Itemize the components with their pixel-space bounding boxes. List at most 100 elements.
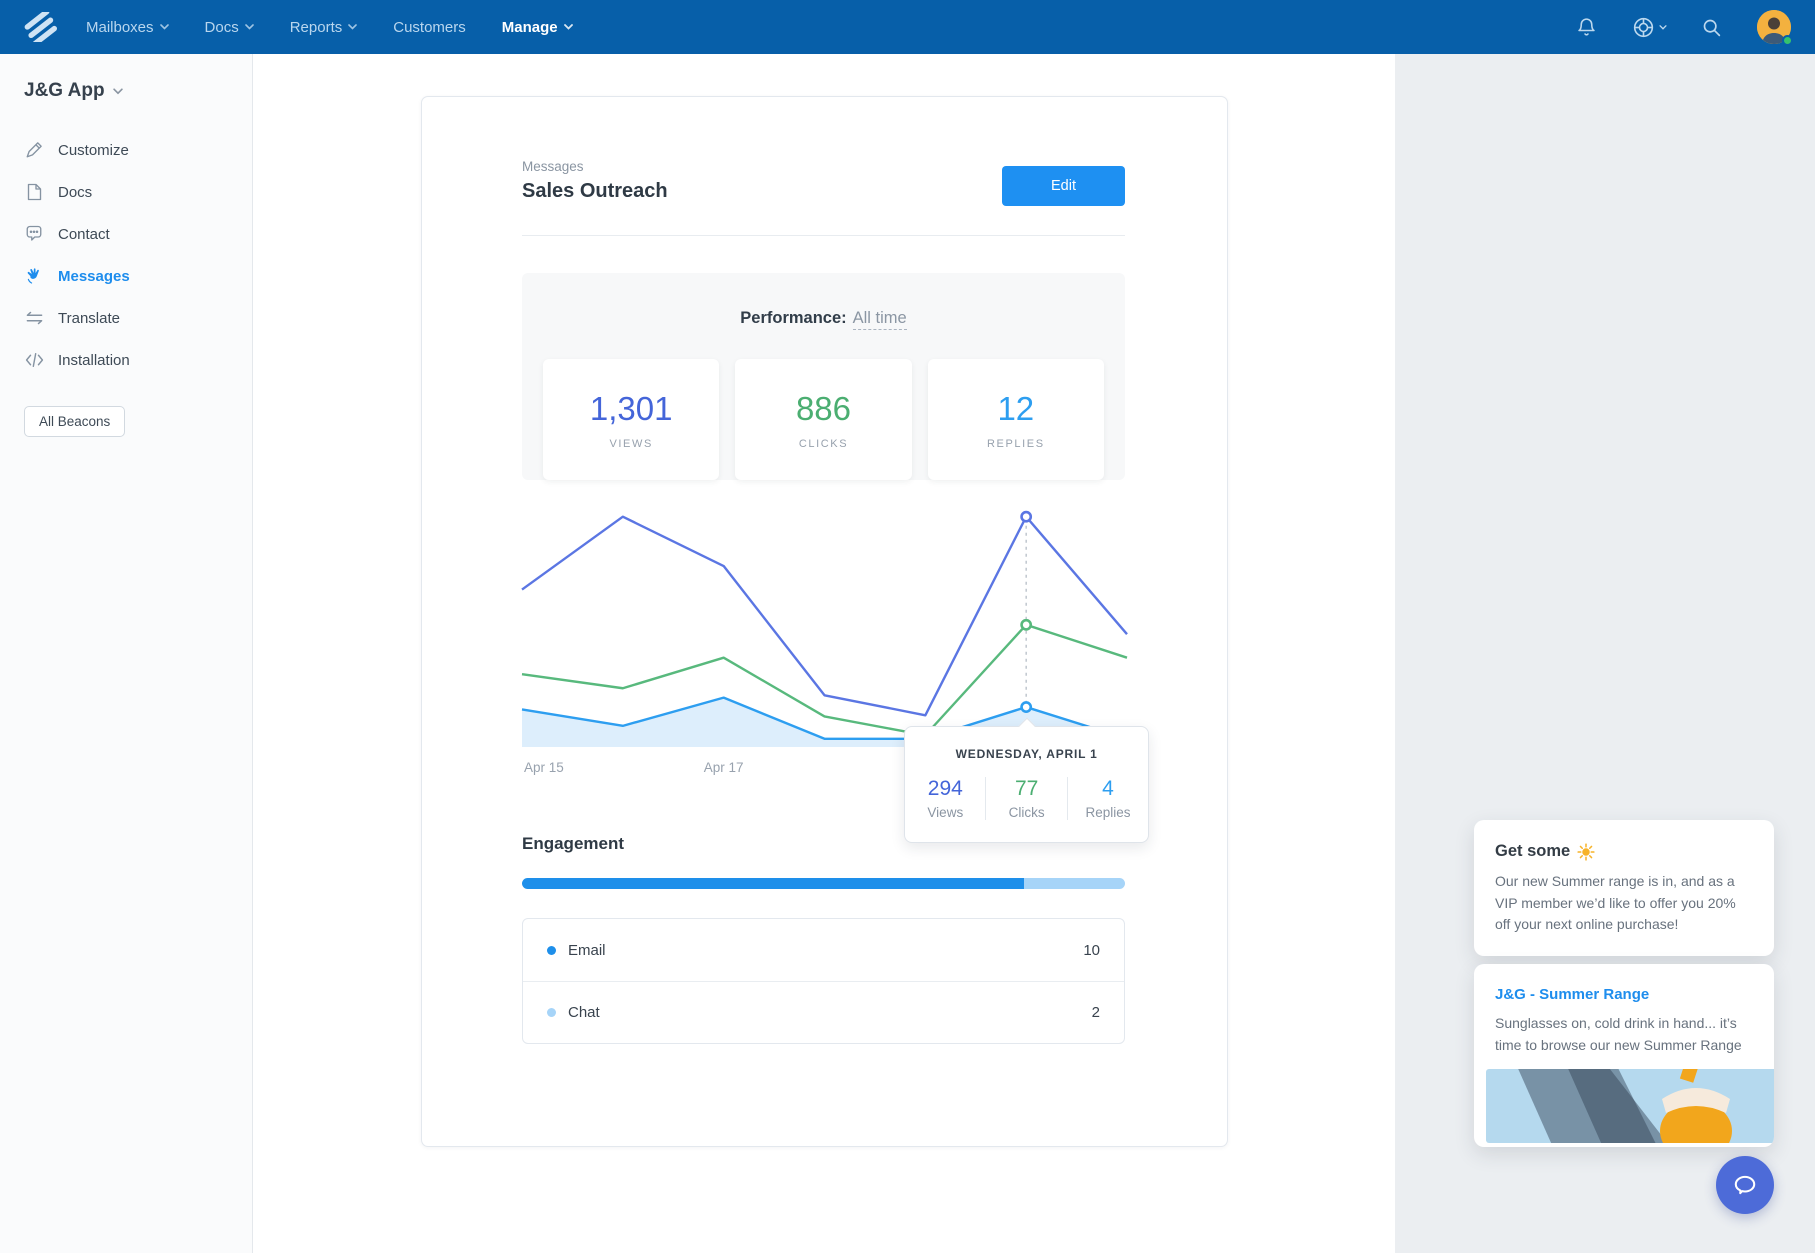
arrows-icon (24, 308, 44, 328)
chart-tooltip: WEDNESDAY, APRIL 1 294 Views 77 Clicks (904, 726, 1149, 843)
sidebar-item-messages[interactable]: Messages (24, 262, 252, 290)
primary-nav: Mailboxes Docs Reports Customers Manage (86, 19, 573, 36)
wave-hand-icon (24, 266, 44, 286)
message-detail-card: Messages Sales Outreach Edit Performance… (421, 96, 1228, 1147)
chat-dot (547, 1008, 556, 1017)
sidebar-item-label: Customize (58, 142, 129, 159)
stat-views-value: 1,301 (590, 390, 673, 428)
engagement-row-value: 10 (1083, 942, 1100, 959)
nav-utilities (1576, 10, 1791, 44)
nav-docs[interactable]: Docs (205, 19, 254, 36)
engagement-table: Email 10 Chat 2 (522, 918, 1125, 1044)
stat-replies: 12 REPLIES (928, 359, 1104, 480)
helpscout-logo[interactable] (24, 12, 58, 42)
beacon-app-switcher[interactable]: J&G App (24, 80, 252, 102)
stat-clicks-value: 886 (796, 390, 851, 428)
stat-replies-label: REPLIES (987, 438, 1045, 450)
sun-emoji-icon (1577, 843, 1595, 861)
sidebar-item-label: Installation (58, 352, 130, 369)
code-icon (24, 350, 44, 370)
help-menu[interactable] (1632, 16, 1667, 39)
user-avatar[interactable] (1757, 10, 1791, 44)
edit-button[interactable]: Edit (1002, 166, 1125, 206)
sidebar-item-docs[interactable]: Docs (24, 178, 252, 206)
chevron-down-icon (1659, 25, 1667, 30)
tooltip-clicks-label: Clicks (986, 805, 1066, 820)
sidebar-item-label: Docs (58, 184, 92, 201)
tooltip-views-value: 294 (905, 777, 985, 801)
tooltip-date: WEDNESDAY, APRIL 1 (905, 747, 1148, 761)
engagement-row-chat: Chat 2 (523, 981, 1124, 1043)
nav-reports-label: Reports (290, 19, 343, 36)
chevron-down-icon (113, 88, 123, 95)
tooltip-values: 294 Views 77 Clicks 4 Replies (905, 777, 1148, 820)
nav-mailboxes-label: Mailboxes (86, 19, 154, 36)
x-tick-label: Apr 15 (524, 760, 564, 775)
stat-clicks: 886 CLICKS (735, 359, 911, 480)
chat-bubble-icon (1732, 1172, 1758, 1198)
chevron-down-icon (348, 24, 357, 30)
beacon-app-name: J&G App (24, 80, 105, 102)
beacon-preview-panel: Get some Our new Summer range is in, and… (1395, 54, 1815, 1253)
x-tick-label: Apr 17 (704, 760, 744, 775)
engagement-row-label: Chat (568, 1004, 600, 1021)
beacon-message-card[interactable]: Get some Our new Summer range is in, and… (1474, 820, 1774, 956)
performance-stats: 1,301 VIEWS 886 CLICKS 12 REPLIES (543, 359, 1104, 480)
tooltip-replies-value: 4 (1068, 777, 1148, 801)
nav-customers[interactable]: Customers (393, 19, 466, 36)
engagement-row-label: Email (568, 942, 606, 959)
nav-manage[interactable]: Manage (502, 19, 573, 36)
nav-docs-label: Docs (205, 19, 239, 36)
chevron-down-icon (160, 24, 169, 30)
engagement-bar-fill (522, 878, 1024, 889)
beacon-launcher-button[interactable] (1716, 1156, 1774, 1214)
sidebar-item-label: Contact (58, 226, 110, 243)
stat-clicks-label: CLICKS (799, 438, 848, 450)
main-content: Messages Sales Outreach Edit Performance… (253, 54, 1395, 1253)
nav-mailboxes[interactable]: Mailboxes (86, 19, 169, 36)
sidebar-item-label: Translate (58, 310, 120, 327)
engagement-row-email: Email 10 (523, 919, 1124, 981)
beacon-card1-body: Our new Summer range is in, and as a VIP… (1495, 871, 1753, 936)
performance-title: Performance:All time (543, 309, 1104, 328)
beacon-article-card[interactable]: J&G - Summer Range Sunglasses on, cold d… (1474, 964, 1774, 1147)
beacon-card1-title: Get some (1495, 842, 1570, 861)
performance-panel: Performance:All time 1,301 VIEWS 886 CLI… (522, 273, 1125, 480)
sidebar-item-contact[interactable]: Contact (24, 220, 252, 248)
performance-range-selector[interactable]: All time (853, 309, 907, 330)
pencil-icon (24, 140, 44, 160)
performance-chart[interactable]: Apr 15 Apr 17 WEDNESDAY, APRIL 1 294 Vie… (522, 504, 1127, 784)
tooltip-views-label: Views (905, 805, 985, 820)
top-navigation: Mailboxes Docs Reports Customers Manage (0, 0, 1815, 54)
header-divider (522, 235, 1125, 236)
chevron-down-icon (564, 24, 573, 30)
tooltip-views: 294 Views (905, 777, 985, 820)
tooltip-replies: 4 Replies (1067, 777, 1148, 820)
help-lifering-icon (1632, 16, 1655, 39)
all-beacons-button[interactable]: All Beacons (24, 406, 125, 437)
beacon-card2-body: Sunglasses on, cold drink in hand... it’… (1495, 1013, 1753, 1056)
stat-views-label: VIEWS (609, 438, 652, 450)
email-dot (547, 946, 556, 955)
engagement-bar (522, 878, 1125, 889)
notifications-bell-icon[interactable] (1576, 16, 1598, 38)
tooltip-replies-label: Replies (1068, 805, 1148, 820)
tooltip-clicks-value: 77 (986, 777, 1066, 801)
sidebar-item-translate[interactable]: Translate (24, 304, 252, 332)
sidebar-nav: Customize Docs Contact Messages (24, 136, 252, 374)
sidebar-item-installation[interactable]: Installation (24, 346, 252, 374)
chevron-down-icon (245, 24, 254, 30)
nav-manage-label: Manage (502, 19, 558, 36)
search-icon[interactable] (1701, 16, 1723, 38)
engagement-row-value: 2 (1092, 1004, 1100, 1021)
online-status-dot (1782, 35, 1793, 46)
beacon-card2-title[interactable]: J&G - Summer Range (1495, 986, 1753, 1003)
stat-replies-value: 12 (997, 390, 1034, 428)
beacon-sidebar: J&G App Customize Docs Contact (0, 54, 253, 1253)
nav-customers-label: Customers (393, 19, 466, 36)
performance-chart-svg (522, 504, 1127, 754)
chat-bubble-icon (24, 224, 44, 244)
stat-views: 1,301 VIEWS (543, 359, 719, 480)
nav-reports[interactable]: Reports (290, 19, 358, 36)
sidebar-item-customize[interactable]: Customize (24, 136, 252, 164)
